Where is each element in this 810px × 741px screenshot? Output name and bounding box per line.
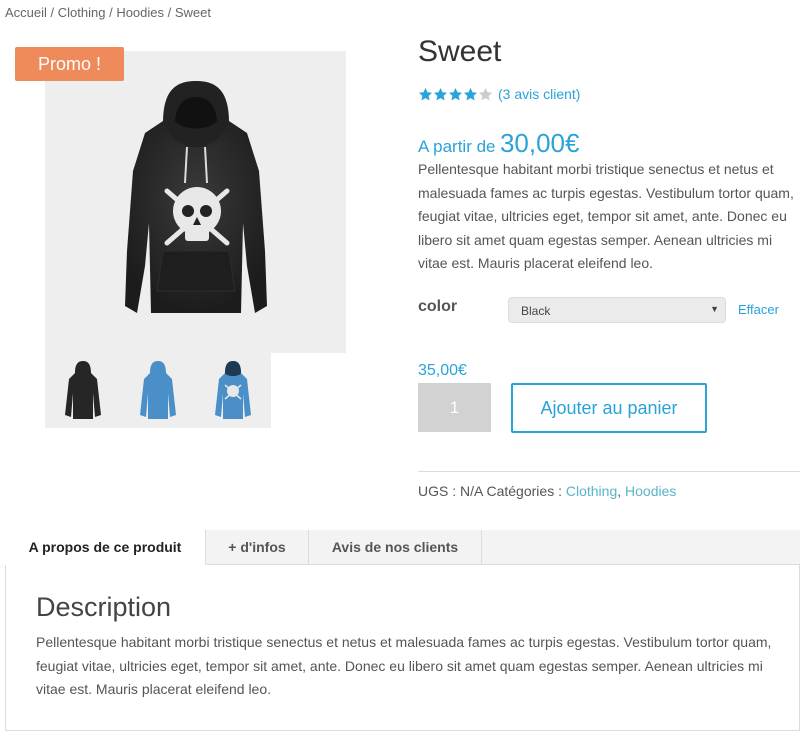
price-range: A partir de 30,00€ <box>418 128 579 159</box>
product-title: Sweet <box>418 35 502 68</box>
breadcrumb-home[interactable]: Accueil <box>5 5 47 20</box>
quantity-input[interactable]: 1 <box>418 383 491 432</box>
description-body: Pellentesque habitant morbi tristique se… <box>36 634 772 697</box>
hoodie-image <box>125 81 267 313</box>
color-select[interactable]: Black ▼ <box>508 297 726 323</box>
breadcrumb-separator: / <box>46 5 58 20</box>
tab-additional-info[interactable]: + d'infos <box>206 530 309 565</box>
thumbnail-blue-hoodie-skull[interactable] <box>195 353 270 428</box>
add-to-cart-button[interactable]: Ajouter au panier <box>511 383 707 433</box>
thumbnail-black-hoodie[interactable] <box>45 353 120 428</box>
description-title: Description <box>36 592 172 622</box>
star-filled-icon <box>433 87 448 100</box>
star-filled-icon <box>448 87 463 100</box>
category-link-hoodies[interactable]: Hoodies <box>625 483 676 499</box>
product-tabs: A propos de ce produit + d'infos Avis de… <box>5 530 482 565</box>
reviews-link[interactable]: (3 avis client) <box>498 86 580 102</box>
rating-stars <box>418 87 493 102</box>
breadcrumb-current: Sweet <box>174 5 211 20</box>
product-meta: UGS : N/A Catégories : Clothing, Hoodies <box>418 483 676 499</box>
category-link-clothing[interactable]: Clothing <box>566 483 617 499</box>
hoodie-thumbnail-icon <box>139 360 176 419</box>
color-select-value: Black <box>521 304 551 318</box>
variant-price: 35,00€ <box>418 362 467 379</box>
breadcrumb: Accueil / Clothing / Hoodies / Sweet <box>5 5 211 20</box>
star-empty-icon <box>478 87 493 100</box>
thumbnail-strip <box>45 353 271 428</box>
breadcrumb-separator: / <box>164 5 175 20</box>
product-main-image[interactable] <box>45 51 346 353</box>
categories-label: Catégories : <box>486 483 562 499</box>
price-from-label: A partir de <box>418 137 496 156</box>
tab-reviews[interactable]: Avis de nos clients <box>309 530 482 565</box>
category-separator: , <box>617 483 622 499</box>
breadcrumb-separator: / <box>105 5 117 20</box>
hoodie-thumbnail-icon <box>214 360 251 419</box>
chevron-down-icon: ▼ <box>710 304 719 314</box>
thumbnail-blue-hoodie[interactable] <box>120 353 195 428</box>
color-label: color <box>418 298 458 315</box>
sku-label: UGS : <box>418 483 457 499</box>
star-filled-icon <box>418 87 433 100</box>
breadcrumb-hoodies[interactable]: Hoodies <box>116 5 164 20</box>
hoodie-thumbnail-icon <box>64 360 101 419</box>
sku-value: N/A <box>460 483 483 499</box>
clear-variation-link[interactable]: Effacer <box>738 302 779 317</box>
tab-description[interactable]: A propos de ce produit <box>5 530 206 565</box>
short-description: Pellentesque habitant morbi tristique se… <box>418 161 794 271</box>
price-from-amount: 30,00€ <box>499 128 580 158</box>
breadcrumb-clothing[interactable]: Clothing <box>58 5 106 20</box>
star-filled-icon <box>463 87 478 100</box>
promo-badge: Promo ! <box>15 47 124 81</box>
meta-divider <box>418 471 800 472</box>
product-rating: (3 avis client) <box>418 86 580 102</box>
tabbar-fill <box>481 530 800 565</box>
